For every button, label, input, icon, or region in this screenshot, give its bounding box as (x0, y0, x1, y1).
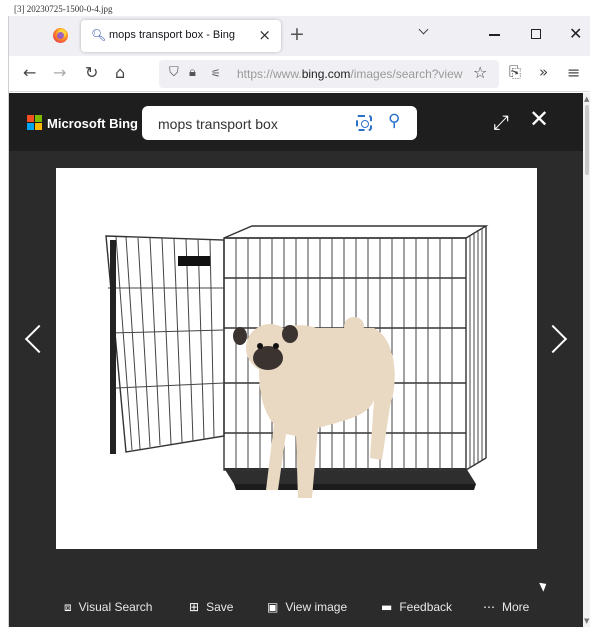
file-label: [3] 20230725-1500-0-4.jpg (14, 4, 113, 14)
view-image-label: View image (285, 600, 348, 614)
url-bar[interactable]: ⛉ 🔒︎ ⚟ https://www.bing.com/images/searc… (159, 60, 499, 88)
feedback-button[interactable]: ▬ Feedback (381, 599, 452, 615)
browser-window: 🔍︎ mops transport box - Bing × + ✕ ← → ↻… (8, 16, 590, 627)
minimize-icon[interactable] (489, 34, 500, 36)
home-icon[interactable]: ⌂ (115, 63, 125, 82)
next-image-icon[interactable] (549, 321, 567, 357)
save-button[interactable]: ⊞ Save (189, 599, 233, 615)
scroll-up-icon[interactable]: ▲ (584, 95, 589, 103)
maximize-icon[interactable] (531, 29, 541, 39)
action-bar: ⧈ Visual Search ⊞ Save ▣ View image ▬ Fe… (9, 585, 583, 627)
bing-search-box[interactable]: mops transport box ⚲ (142, 106, 417, 140)
visual-search-button[interactable]: ⧈ Visual Search (64, 599, 152, 615)
bing-brand[interactable]: Microsoft Bing (47, 116, 138, 131)
reload-icon[interactable]: ↻ (85, 63, 98, 82)
scrollbar[interactable]: ▲ ▼ (583, 93, 590, 627)
forward-arrow-icon[interactable]: → (53, 63, 66, 82)
visual-search-icon[interactable] (356, 115, 372, 131)
search-icon[interactable]: ⚲ (388, 111, 400, 131)
extensions-icon[interactable]: ⎘ (509, 63, 521, 81)
microsoft-logo-icon[interactable] (27, 115, 43, 131)
new-tab-icon[interactable]: + (289, 23, 305, 45)
dog-crate-image (105, 225, 489, 498)
tab-close-icon[interactable]: × (258, 26, 271, 44)
scroll-thumb[interactable] (585, 105, 589, 175)
feedback-icon: ▬ (381, 600, 393, 614)
visual-search-label: Visual Search (78, 600, 153, 614)
back-arrow-icon[interactable]: ← (23, 63, 36, 82)
tab-title: mops transport box - Bing (109, 29, 235, 41)
expand-icon[interactable]: ⤢ (493, 110, 509, 134)
url-text[interactable]: https://www.bing.com/images/search?view (237, 67, 469, 81)
firefox-logo-icon[interactable] (53, 28, 68, 43)
tab-bar: 🔍︎ mops transport box - Bing × + ✕ (9, 16, 590, 56)
window-close-icon[interactable]: ✕ (569, 24, 582, 43)
image-preview[interactable] (56, 168, 537, 549)
close-icon[interactable]: ✕ (529, 105, 549, 133)
menu-icon[interactable]: ≡ (567, 63, 580, 82)
search-input[interactable]: mops transport box (158, 116, 278, 132)
image-icon: ▣ (267, 600, 279, 614)
navigation-bar: ← → ↻ ⌂ ⛉ 🔒︎ ⚟ https://www.bing.com/imag… (9, 56, 590, 92)
feedback-label: Feedback (399, 600, 453, 614)
scroll-down-icon[interactable]: ▼ (584, 617, 589, 625)
shield-icon[interactable]: ⛉ (169, 65, 179, 80)
chevron-down-icon[interactable] (419, 26, 429, 36)
overflow-chevrons-icon[interactable]: » (539, 63, 548, 81)
save-icon: ⊞ (189, 600, 200, 614)
more-label: More (502, 600, 530, 614)
view-image-button[interactable]: ▣ View image (267, 599, 347, 615)
permissions-icon[interactable]: ⚟ (211, 67, 221, 80)
bookmark-star-icon[interactable]: ☆ (473, 63, 487, 82)
tab-bing-search[interactable]: 🔍︎ mops transport box - Bing × (81, 20, 281, 52)
bing-image-viewer: Microsoft Bing mops transport box ⚲ ⤢ ✕ (9, 93, 583, 627)
more-button[interactable]: ⋯ More (483, 599, 529, 615)
search-icon: 🔍︎ (91, 28, 107, 42)
more-icon: ⋯ (483, 600, 495, 614)
previous-image-icon[interactable] (23, 321, 41, 357)
bing-header: Microsoft Bing mops transport box ⚲ ⤢ ✕ (9, 93, 583, 151)
lock-icon[interactable]: 🔒︎ (189, 65, 196, 80)
save-label: Save (206, 600, 234, 614)
visual-search-icon: ⧈ (64, 599, 72, 614)
